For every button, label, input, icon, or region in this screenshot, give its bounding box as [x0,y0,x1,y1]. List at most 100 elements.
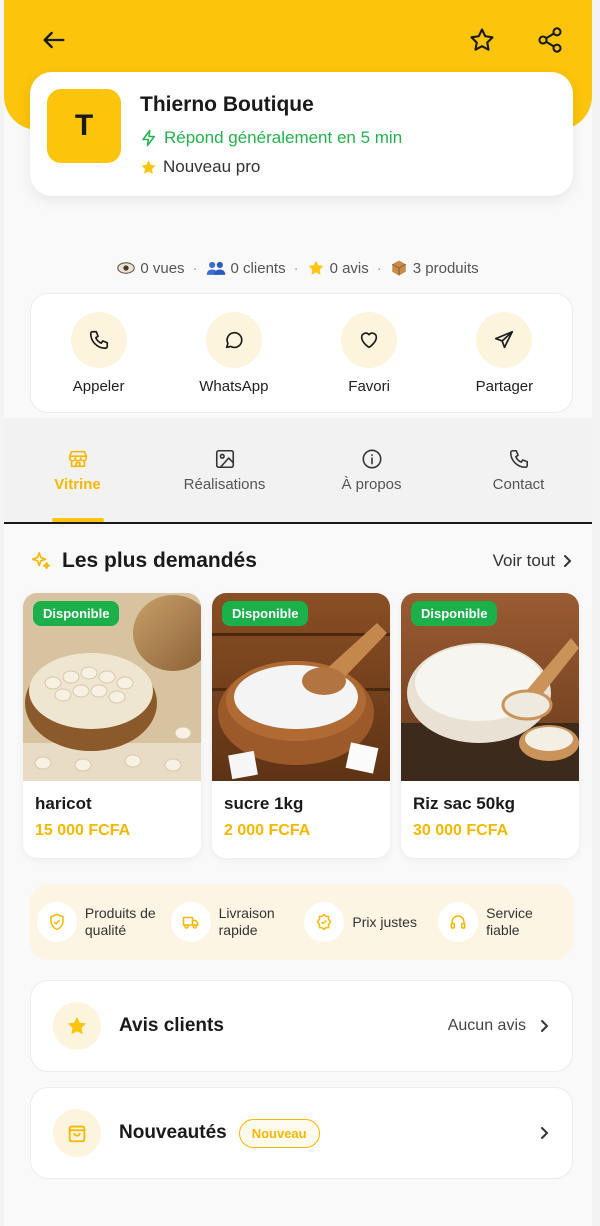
shop-profile-card: T Thierno Boutique Répond généralement e… [30,72,573,196]
new-badge: Nouveau [238,1118,320,1148]
shopping-bag-icon [68,1125,86,1143]
news-row[interactable]: Nouveautés Nouveau [30,1087,573,1179]
product-price: 2 000 FCFA [224,822,311,839]
chevron-right-icon [564,555,572,567]
feature-delivery: Livraison rapide [170,902,299,942]
tab-a-propos-label: À propos [341,476,402,493]
status-badge: Disponible [411,601,498,626]
tab-contact[interactable]: Contact [445,418,592,522]
quick-actions: Appeler WhatsApp Favori Partager [30,293,573,413]
reviews-title: Avis clients [119,1015,224,1036]
feature-service: Service fiable [438,902,566,942]
phone-icon [89,330,108,349]
shield-icon [50,913,64,931]
product-price: 15 000 FCFA [35,822,131,839]
headphones-icon [450,915,466,929]
feature-quality: Produits de qualité [36,902,165,942]
people-icon [206,261,225,275]
star-icon [67,1016,87,1035]
call-label: Appeler [72,377,125,395]
features-banner: Produits de qualité Livraison rapide Pri… [30,884,573,960]
share-icon-circle [476,311,533,368]
image-icon [215,449,234,469]
news-title: Nouveautés [119,1122,227,1143]
product-card[interactable]: Disponible haricot 15 000 FCFA [23,593,201,858]
product-image-riz: Disponible [401,593,579,781]
status-badge: Disponible [222,601,309,626]
tab-active-indicator [51,518,104,522]
share-label: Partager [475,377,534,395]
shop-tabs: Vitrine Réalisations À propos Contact [4,418,592,524]
lightning-icon [142,129,155,147]
eye-icon [117,262,136,274]
shop-avatar: T [47,89,121,163]
heart-icon [360,331,378,348]
chat-icon [225,331,243,348]
share-icon [538,27,562,53]
pro-badge: Nouveau pro [140,157,260,177]
sparkles-icon [31,551,51,570]
response-time-text: Répond généralement en 5 min [164,128,403,147]
feature-label: Prix justes [352,913,417,930]
popular-section-header: Les plus demandés Voir tout [30,545,573,577]
response-time: Répond généralement en 5 min [140,128,402,148]
tab-realisations[interactable]: Réalisations [151,418,298,522]
back-button[interactable] [34,20,74,60]
arrow-left-icon [43,31,65,49]
call-button[interactable]: Appeler [39,311,159,395]
share-header-button[interactable] [530,20,570,60]
stat-reviews-text: 0 avis [329,259,369,277]
share-button[interactable]: Partager [444,311,564,395]
stat-separator: · [376,259,382,277]
stat-clients-text: 0 clients [230,259,286,277]
stat-separator: · [192,259,198,277]
see-all-link[interactable]: Voir tout [493,551,573,571]
news-icon-circle [53,1109,101,1157]
favorite-header-button[interactable] [462,20,502,60]
reviews-row[interactable]: Avis clients Aucun avis [30,980,573,1072]
product-name: haricot [35,794,92,813]
feature-icon-circle [304,902,345,942]
product-price: 30 000 FCFA [413,822,509,839]
product-card[interactable]: Disponible Riz sac 50kg 30 000 FCFA [401,593,579,858]
shop-name: Thierno Boutique [140,93,314,116]
favorite-icon-circle [341,311,398,368]
info-icon [362,449,381,469]
feature-label: Livraison rapide [218,905,275,938]
stat-products: 3 produits [390,259,479,277]
favorite-label: Favori [348,377,390,395]
reviews-icon-circle [53,1002,101,1050]
pro-badge-text: Nouveau pro [163,157,261,176]
stat-products-text: 3 produits [412,259,479,277]
reviews-status-text: Aucun avis [447,1017,526,1034]
star-icon [308,260,324,275]
popular-title: Les plus demandés [30,549,257,573]
tab-vitrine[interactable]: Vitrine [4,418,151,522]
star-icon [141,159,156,174]
tab-a-propos[interactable]: À propos [298,418,445,522]
product-carousel: Disponible haricot 15 000 FCFA Disponibl… [23,593,581,858]
see-all-text: Voir tout [492,551,555,570]
product-card[interactable]: Disponible sucre 1kg 2 000 FCFA [212,593,390,858]
call-icon-circle [70,311,127,368]
popular-title-text: Les plus demandés [62,549,257,572]
tab-realisations-label: Réalisations [183,476,266,493]
send-icon [495,330,514,348]
tab-contact-label: Contact [492,476,545,493]
status-badge: Disponible [33,601,120,626]
stat-reviews: 0 avis [307,259,369,277]
package-icon [391,260,406,276]
chevron-right-icon [541,1127,549,1139]
shop-page: T Thierno Boutique Répond généralement e… [4,0,592,1226]
reviews-status: Aucun avis [448,1017,550,1035]
whatsapp-button[interactable]: WhatsApp [174,311,294,395]
favorite-button[interactable]: Favori [309,311,429,395]
truck-icon [182,916,199,929]
star-outline-icon [470,28,494,51]
product-name: Riz sac 50kg [413,794,516,813]
stat-views-text: 0 vues [140,259,185,277]
badge-icon [317,913,332,931]
whatsapp-icon-circle [205,311,262,368]
feature-icon-circle [36,902,77,942]
tab-vitrine-label: Vitrine [54,476,101,493]
